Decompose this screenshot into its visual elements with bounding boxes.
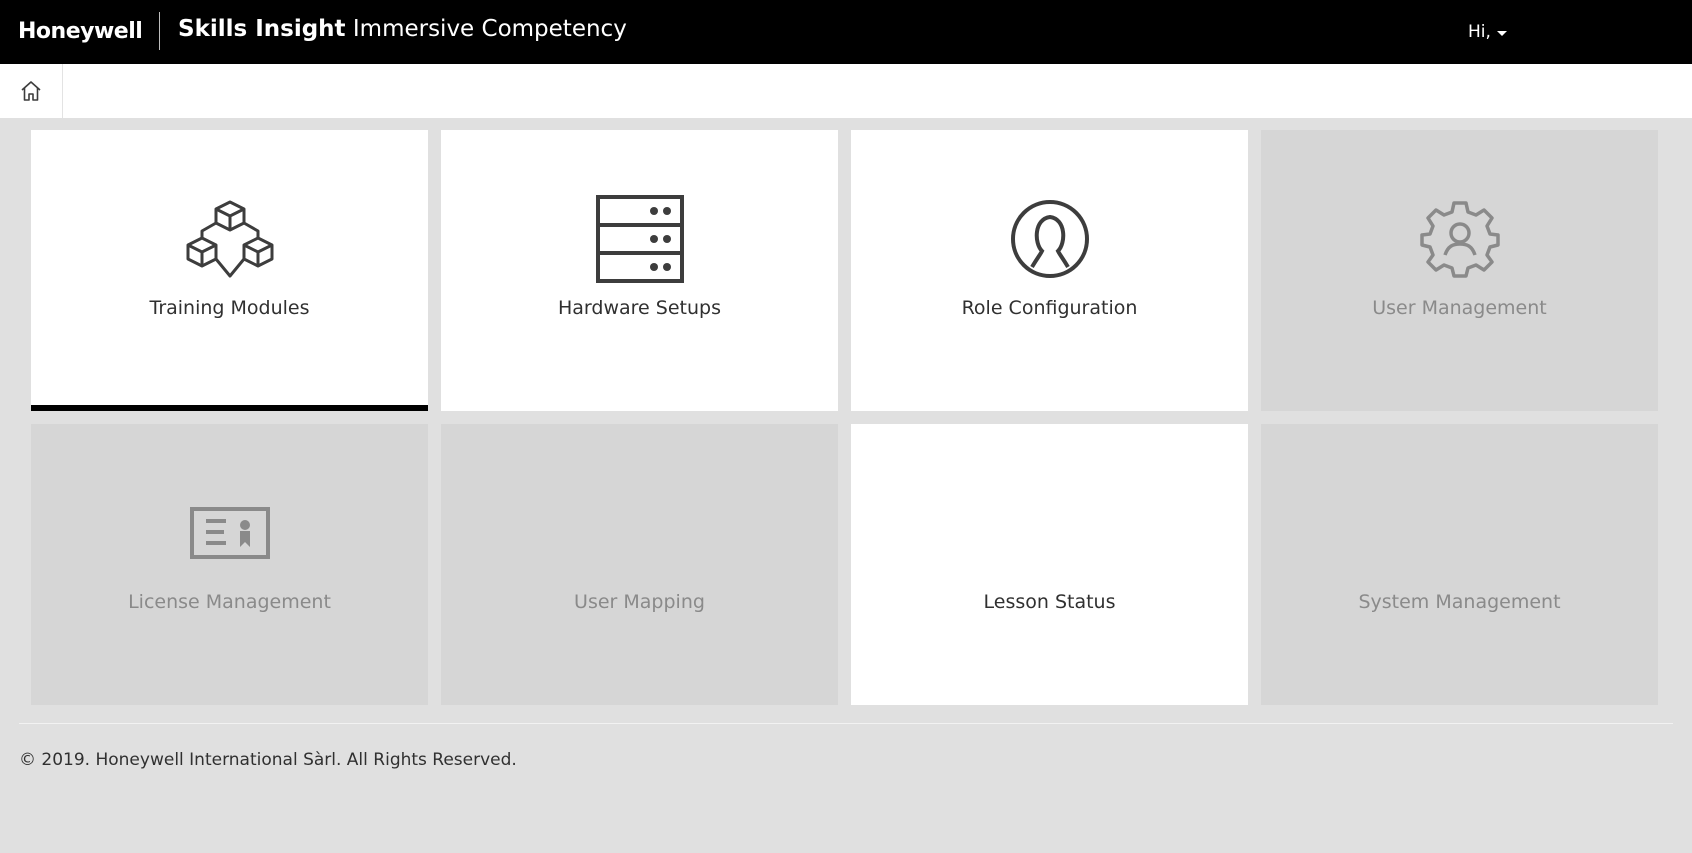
home-icon [21,81,41,101]
footer-divider [19,723,1673,724]
top-bar: Honeywell Skills Insight Immersive Compe… [0,0,1692,64]
user-greeting: Hi, [1468,22,1491,42]
server-rack-icon [595,195,684,283]
tile-label: Lesson Status [983,591,1116,613]
tile-training-modules[interactable]: Training Modules [31,130,428,411]
app-title-strong: Skills Insight [178,16,346,42]
caret-down-icon [1496,30,1507,36]
tile-label: Training Modules [149,297,310,319]
tile-user-management: User Management [1261,130,1658,411]
home-divider [62,64,63,118]
copyright-text: © 2019. Honeywell International Sàrl. Al… [19,750,517,770]
person-circle-icon [1010,200,1089,278]
logo-divider [159,12,160,50]
tile-user-mapping: User Mapping [441,424,838,705]
tile-hardware-setups[interactable]: Hardware Setups [441,130,838,411]
user-menu-button[interactable]: Hi, [1468,22,1507,42]
tile-label: Hardware Setups [558,297,721,319]
tile-role-configuration[interactable]: Role Configuration [851,130,1248,411]
tile-system-management: System Management [1261,424,1658,705]
tile-grid: Training Modules Hardware Setups Role Co… [31,130,1658,705]
tile-label: Role Configuration [961,297,1138,319]
breadcrumb-bar [0,64,1692,118]
home-button[interactable] [0,64,62,118]
app-title: Skills Insight Immersive Competency [178,16,627,42]
tile-label: User Mapping [574,591,705,613]
tile-label: License Management [128,591,331,613]
app-title-rest: Immersive Competency [352,16,627,42]
tile-label: User Management [1372,297,1547,319]
license-card-icon [189,507,270,559]
cubes-icon [186,200,273,278]
tile-license-management: License Management [31,424,428,705]
tile-lesson-status[interactable]: Lesson Status [851,424,1248,705]
user-gear-icon [1419,201,1500,278]
honeywell-logo[interactable]: Honeywell [18,19,143,44]
tile-label: System Management [1358,591,1561,613]
